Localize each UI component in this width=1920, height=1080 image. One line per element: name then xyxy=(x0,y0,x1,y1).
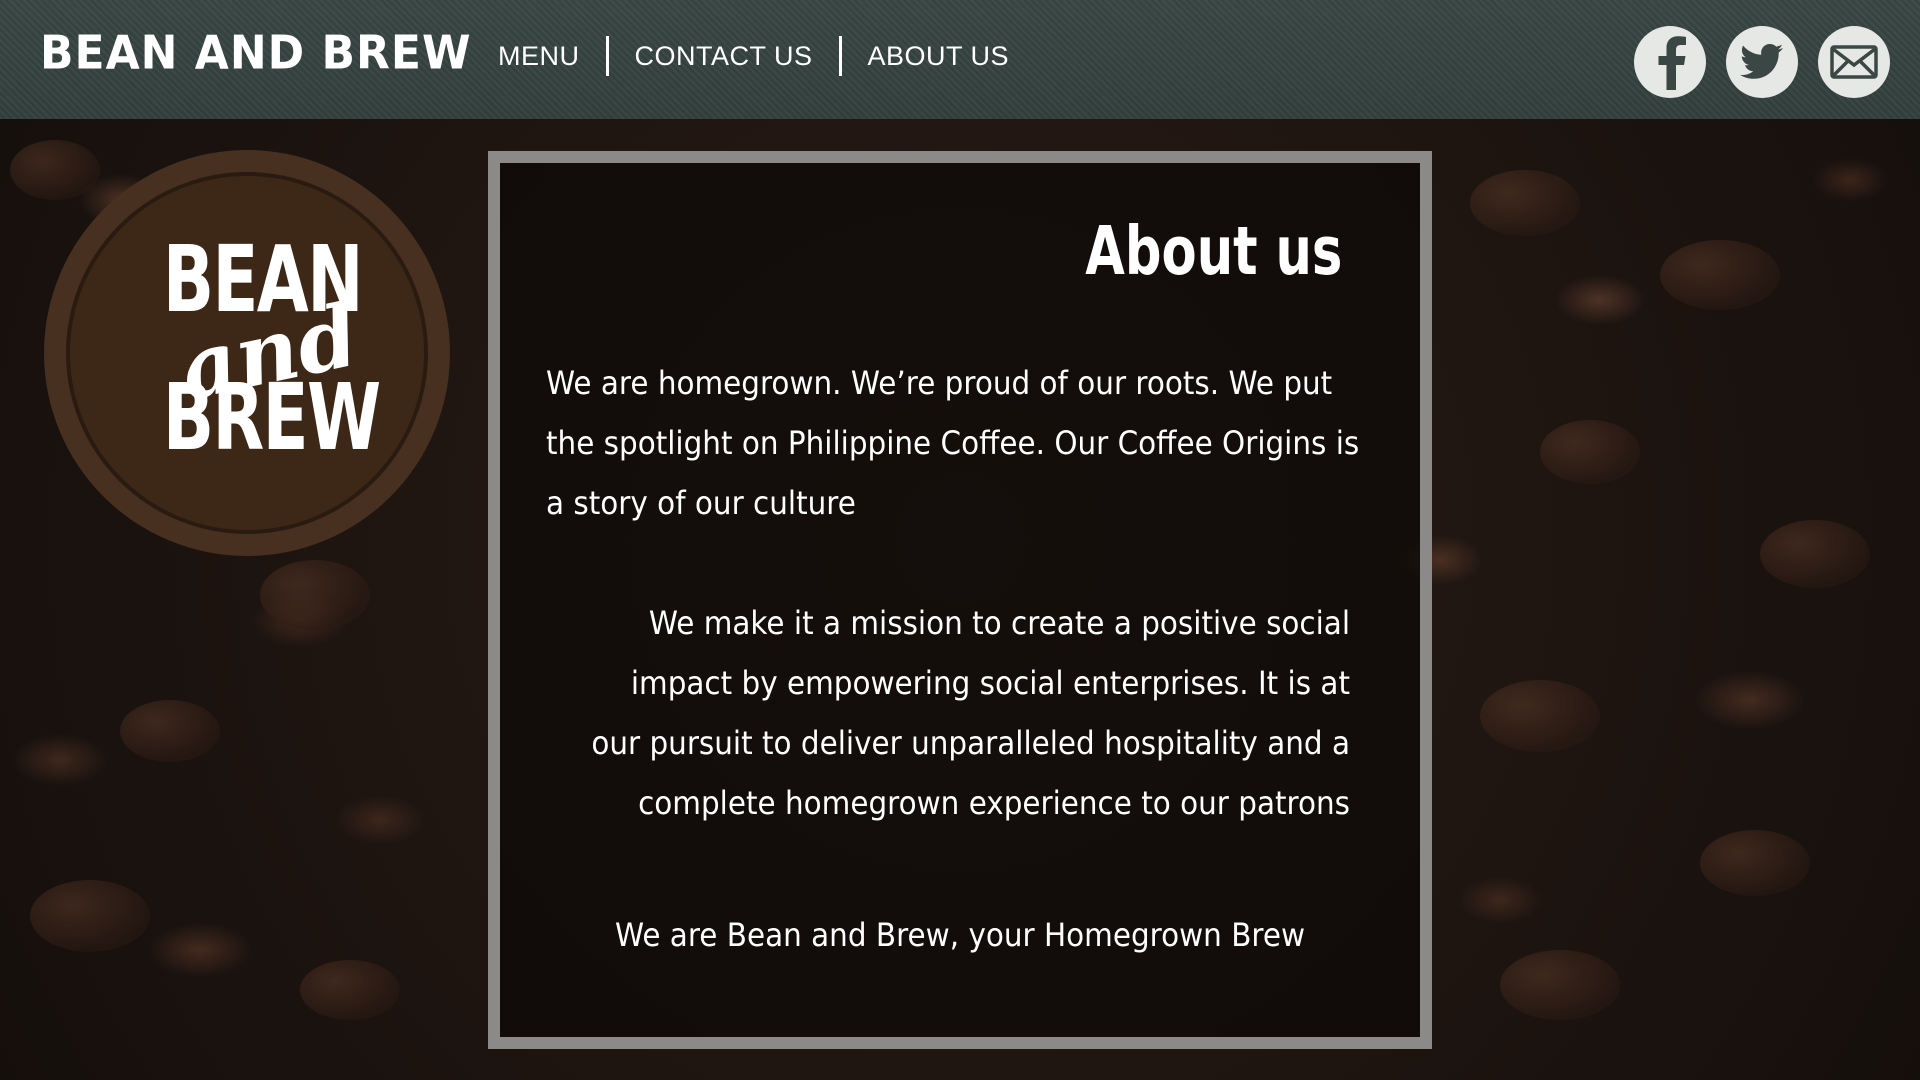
bean-decoration xyxy=(120,700,220,762)
bean-decoration xyxy=(300,960,400,1020)
nav-divider xyxy=(605,36,609,76)
nav-about-link[interactable]: ABOUT US xyxy=(868,41,1010,72)
nav-contact-link[interactable]: CONTACT US xyxy=(635,41,813,72)
nav-menu-link[interactable]: MENU xyxy=(498,41,580,72)
nav-divider xyxy=(838,36,842,76)
bean-decoration xyxy=(1700,830,1810,896)
twitter-button[interactable] xyxy=(1726,26,1798,98)
mail-button[interactable] xyxy=(1818,26,1890,98)
bean-decoration xyxy=(1660,240,1780,310)
brand-logo[interactable]: BEAN BREW and xyxy=(44,150,450,556)
bean-decoration xyxy=(260,560,370,630)
about-paragraph-roots: We are homegrown. We’re proud of our roo… xyxy=(546,364,1360,522)
about-panel: About us We are homegrown. We’re proud o… xyxy=(488,151,1432,1049)
mail-icon xyxy=(1830,45,1878,79)
bean-decoration xyxy=(1480,680,1600,752)
bean-decoration xyxy=(1470,170,1580,236)
social-links xyxy=(1634,26,1890,98)
page: BEAN AND BREW MENU CONTACT US ABOUT US B… xyxy=(0,0,1920,1080)
logo-wordmark: BEAN BREW and xyxy=(44,150,450,556)
top-navbar: BEAN AND BREW MENU CONTACT US ABOUT US xyxy=(0,0,1920,119)
about-paragraph-tagline: We are Bean and Brew, your Homegrown Bre… xyxy=(614,916,1306,954)
bean-decoration xyxy=(1540,420,1640,484)
about-title: About us xyxy=(1084,213,1342,291)
facebook-button[interactable] xyxy=(1634,26,1706,98)
facebook-icon xyxy=(1658,36,1686,90)
about-paragraph-mission: We make it a mission to create a positiv… xyxy=(591,604,1350,822)
twitter-icon xyxy=(1740,44,1783,79)
bean-decoration xyxy=(1760,520,1870,588)
brand-title[interactable]: BEAN AND BREW xyxy=(40,27,472,81)
nav-links: MENU CONTACT US ABOUT US xyxy=(498,36,1009,76)
bean-decoration xyxy=(1500,950,1620,1020)
bean-decoration xyxy=(30,880,150,952)
